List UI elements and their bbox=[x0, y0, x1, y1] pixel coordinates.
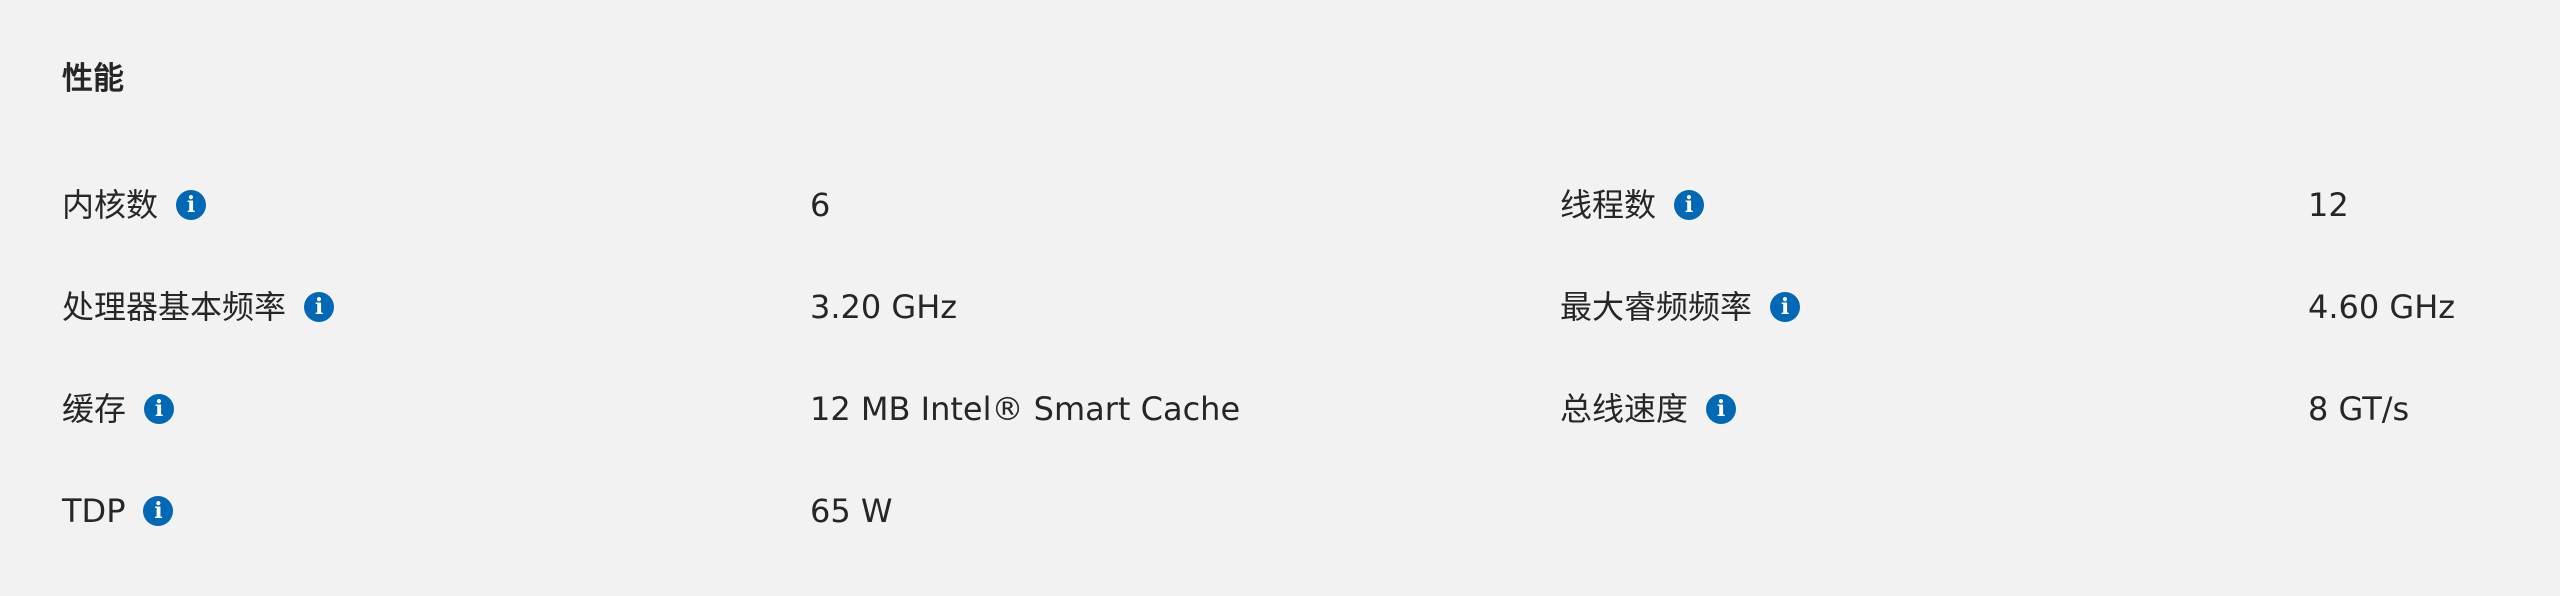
spec-value-threads: 12 bbox=[2308, 186, 2349, 224]
spec-label-cache: 缓存 i bbox=[62, 379, 175, 439]
spec-label-text: 处理器基本频率 bbox=[62, 288, 287, 326]
info-icon[interactable]: i bbox=[1770, 292, 1801, 322]
spec-value-bus-speed: 8 GT/s bbox=[2308, 390, 2410, 428]
spec-label-text: 总线速度 bbox=[1560, 390, 1689, 428]
info-icon[interactable]: i bbox=[304, 292, 335, 322]
spec-value-cores: 6 bbox=[810, 186, 831, 224]
info-icon[interactable]: i bbox=[1706, 394, 1737, 424]
performance-panel: 性能 内核数 i 6 线程数 i 12 处理器基本频率 i 3.20 GHz 最… bbox=[0, 0, 2560, 596]
spec-value-tdp: 65 W bbox=[810, 492, 893, 530]
spec-label-cores: 内核数 i bbox=[62, 175, 207, 235]
spec-label-text: TDP bbox=[62, 492, 126, 530]
spec-label-max-turbo-frequency: 最大睿频频率 i bbox=[1560, 277, 1801, 337]
spec-label-tdp: TDP i bbox=[62, 481, 174, 541]
spec-label-bus-speed: 总线速度 i bbox=[1560, 379, 1737, 439]
spec-label-text: 最大睿频频率 bbox=[1560, 288, 1753, 326]
info-icon[interactable]: i bbox=[176, 190, 207, 220]
spec-value-cache: 12 MB Intel® Smart Cache bbox=[810, 390, 1241, 428]
spec-label-threads: 线程数 i bbox=[1560, 175, 1705, 235]
spec-value-max-turbo-frequency: 4.60 GHz bbox=[2308, 288, 2456, 326]
spec-label-text: 内核数 bbox=[62, 186, 159, 224]
spec-label-text: 缓存 bbox=[62, 390, 127, 428]
info-icon[interactable]: i bbox=[1674, 190, 1705, 220]
info-icon[interactable]: i bbox=[144, 394, 175, 424]
section-title: 性能 bbox=[62, 61, 124, 97]
spec-value-base-frequency: 3.20 GHz bbox=[810, 288, 958, 326]
info-icon[interactable]: i bbox=[143, 496, 174, 526]
spec-label-text: 线程数 bbox=[1560, 186, 1657, 224]
spec-label-base-frequency: 处理器基本频率 i bbox=[62, 277, 335, 337]
